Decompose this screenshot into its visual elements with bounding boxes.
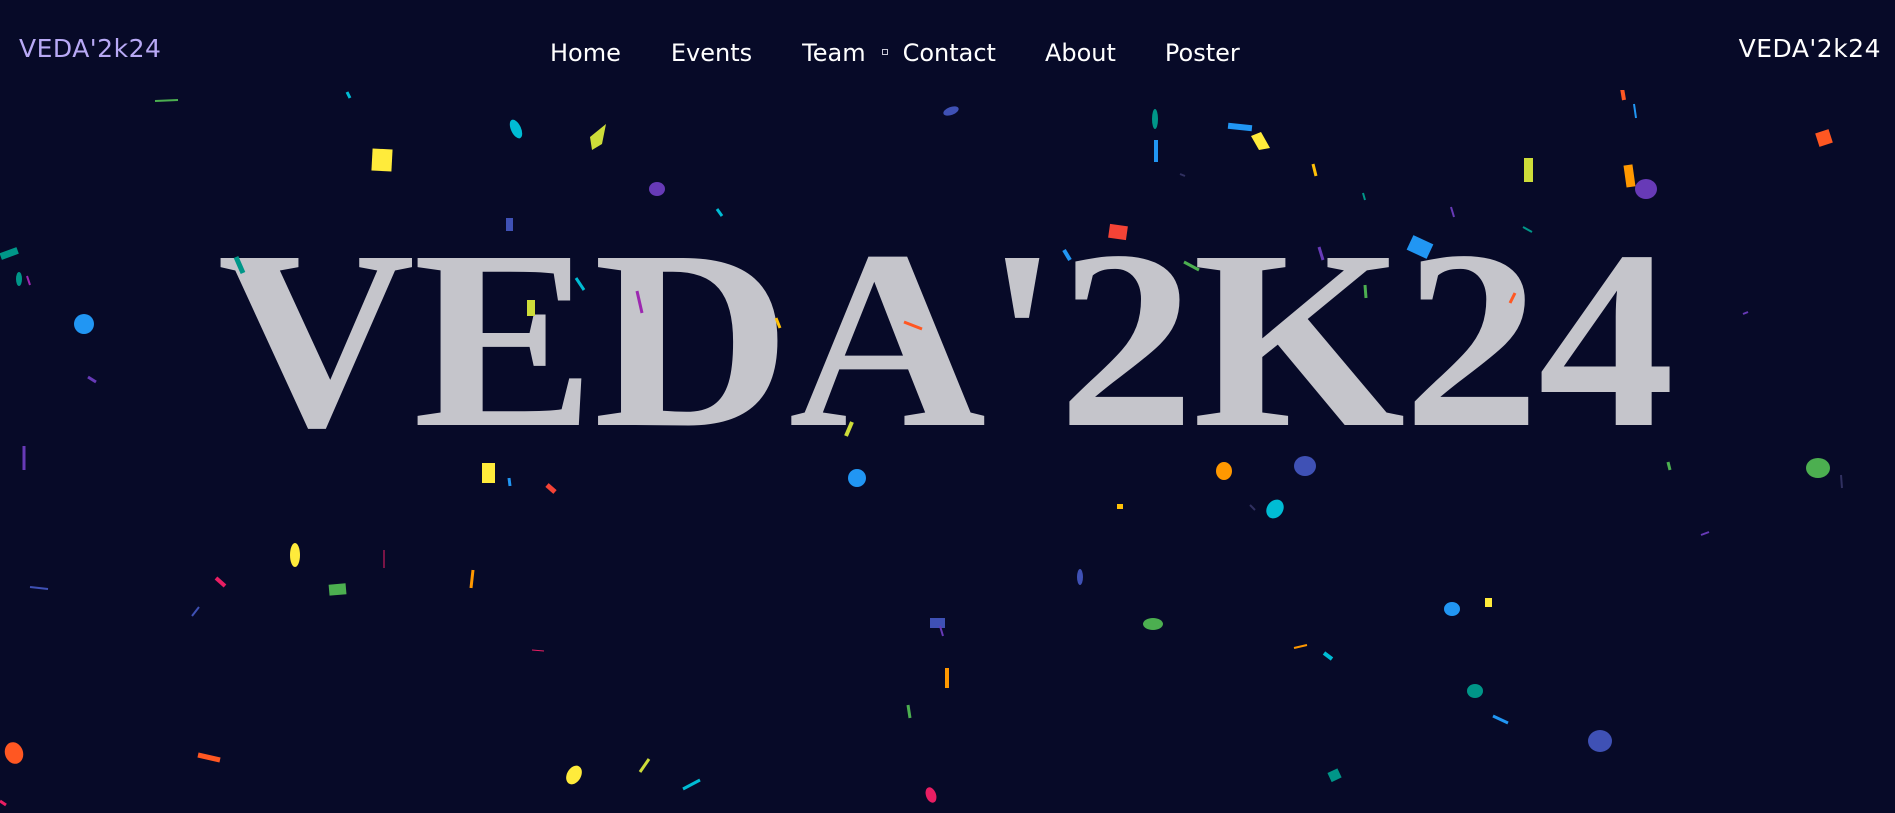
nav-separator-dot-icon [881, 49, 888, 55]
main-nav: Home Events Team Contact About Poster [550, 36, 1240, 70]
brand-logo-right[interactable]: VEDA'2k24 [1739, 36, 1881, 61]
nav-home[interactable]: Home [550, 41, 621, 65]
nav-about[interactable]: About [1045, 41, 1116, 65]
nav-team[interactable]: Team [802, 41, 865, 65]
brand-logo-left[interactable]: VEDA'2k24 [19, 36, 161, 61]
page: VEDA'2k24 Home Events Team Contact About… [0, 0, 1895, 813]
nav-contact[interactable]: Contact [903, 41, 996, 65]
hero-title-wordmark: VEDA'2K24 [0, 135, 1895, 495]
nav-poster[interactable]: Poster [1165, 41, 1240, 65]
top-navigation-bar: VEDA'2k24 Home Events Team Contact About… [0, 0, 1895, 104]
hero-title-svg: VEDA'2K24 [218, 199, 1675, 481]
nav-events[interactable]: Events [671, 41, 752, 65]
hero-title: VEDA'2K24 [218, 199, 1673, 481]
